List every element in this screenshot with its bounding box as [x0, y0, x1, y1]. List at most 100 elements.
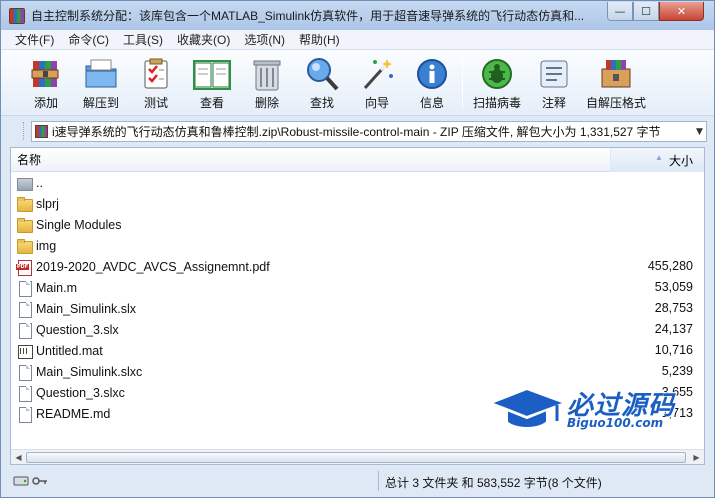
list-item[interactable]: Main.m 53,059: [11, 277, 704, 298]
list-item[interactable]: ..: [11, 172, 704, 193]
chevron-down-icon[interactable]: ▼: [696, 127, 703, 137]
horizontal-scrollbar[interactable]: ◀ ▶: [11, 449, 704, 464]
column-size-header[interactable]: ▲ 大小: [611, 148, 704, 172]
minimize-button[interactable]: —: [607, 2, 633, 21]
sfx-label: 自解压格式: [586, 96, 647, 110]
folder-icon: [16, 196, 33, 212]
list-item[interactable]: 2019-2020_AVDC_AVCS_Assignemnt.pdf 455,28…: [11, 256, 704, 277]
file-name: Question_3.slxc: [36, 385, 125, 400]
comment-icon: [535, 56, 573, 92]
add-label: 添加: [33, 96, 58, 110]
list-item[interactable]: Single Modules: [11, 214, 704, 235]
list-item[interactable]: Untitled.mat 10,716: [11, 340, 704, 361]
delete-label: 删除: [254, 96, 279, 110]
file-name: Main.m: [36, 280, 77, 295]
file-size: 53,059: [654, 280, 693, 294]
wizard-button[interactable]: 向导: [348, 56, 406, 112]
sfx-icon: [597, 56, 635, 92]
info-button[interactable]: 信息: [403, 56, 461, 112]
extract-icon: [82, 56, 120, 92]
file-name: slprj: [36, 196, 59, 211]
address-grip: [23, 122, 26, 140]
wizard-icon: [358, 56, 396, 92]
status-icons: [13, 475, 48, 487]
minimize-icon: —: [614, 4, 626, 18]
list-item[interactable]: Question_3.slx 24,137: [11, 319, 704, 340]
file-name: Untitled.mat: [36, 343, 103, 358]
list-item[interactable]: slprj: [11, 193, 704, 214]
scroll-left-icon[interactable]: ◀: [11, 450, 26, 465]
file-icon: [16, 406, 32, 423]
trash-icon: [248, 56, 286, 92]
find-button[interactable]: 查找: [293, 56, 351, 112]
file-icon: [16, 364, 32, 381]
file-size: 24,137: [654, 322, 693, 336]
list-item[interactable]: img: [11, 235, 704, 256]
maximize-icon: ☐: [641, 4, 651, 18]
view-button[interactable]: 查看: [183, 56, 241, 112]
delete-button[interactable]: 删除: [238, 56, 296, 112]
toolbar-separator: [462, 56, 463, 108]
drive-icon[interactable]: [13, 475, 29, 487]
file-name: Main_Simulink.slx: [36, 301, 137, 316]
file-icon: [16, 322, 32, 339]
file-name: Question_3.slx: [36, 322, 119, 337]
view-label: 查看: [199, 96, 224, 110]
add-archive-icon: [27, 56, 65, 92]
column-size-label: 大小: [668, 154, 693, 168]
title-bar: 自主控制系统分配：该库包含一个MATLAB_Simulink仿真软件，用于超音速…: [1, 1, 714, 30]
close-icon: ✕: [676, 4, 687, 18]
parent-folder-icon: [16, 175, 33, 191]
menu-favorites[interactable]: 收藏夹(O): [170, 30, 237, 50]
menu-file[interactable]: 文件(F): [1, 30, 61, 50]
test-label: 测试: [143, 96, 168, 110]
file-icon: [16, 385, 32, 402]
file-name: img: [36, 238, 57, 253]
maximize-button[interactable]: ☐: [633, 2, 659, 21]
sort-arrow-icon: ▲: [655, 153, 663, 162]
test-button[interactable]: 测试: [127, 56, 185, 112]
folder-icon: [16, 238, 33, 254]
add-button[interactable]: 添加: [17, 56, 75, 112]
info-icon: [413, 56, 451, 92]
file-icon: [16, 301, 32, 318]
wizard-label: 向导: [364, 96, 389, 110]
graduation-cap-icon: [489, 387, 568, 429]
list-item[interactable]: Main_Simulink.slx 28,753: [11, 298, 704, 319]
extract-to-button[interactable]: 解压到: [72, 56, 130, 112]
close-button[interactable]: ✕: [659, 2, 704, 21]
toolbar: 添加 解压到 测试 查看 删除 查找 向导 信息 扫描病毒 注释 自解压格式: [1, 50, 714, 116]
file-name: Single Modules: [36, 217, 122, 232]
status-bar: 总计 3 文件夹 和 583,552 字节(8 个文件): [1, 467, 714, 497]
winrar-window: 自主控制系统分配：该库包含一个MATLAB_Simulink仿真软件，用于超音速…: [0, 0, 715, 498]
menu-command[interactable]: 命令(C): [61, 30, 116, 50]
extract-to-label: 解压到: [82, 96, 119, 110]
test-icon: [137, 56, 175, 92]
file-name: 2019-2020_AVDC_AVCS_Assignemnt.pdf: [36, 259, 270, 274]
find-label: 查找: [309, 96, 334, 110]
list-item[interactable]: Main_Simulink.slxc 5,239: [11, 361, 704, 382]
column-header: 名称 ▲ 大小: [11, 148, 704, 172]
file-name: README.md: [36, 406, 111, 421]
address-field[interactable]: i速导弹系统的飞行动态仿真和鲁棒控制.zip\Robust-missile-co…: [31, 121, 707, 142]
winrar-app-icon[interactable]: [9, 7, 25, 24]
comment-button[interactable]: 注释: [525, 56, 583, 112]
status-divider: [378, 471, 379, 491]
key-icon[interactable]: [32, 475, 48, 487]
menu-bar: 文件(F) 命令(C) 工具(S) 收藏夹(O) 选项(N) 帮助(H): [1, 30, 714, 50]
file-name: Main_Simulink.slxc: [36, 364, 143, 379]
menu-options[interactable]: 选项(N): [237, 30, 292, 50]
file-size: 5,239: [661, 364, 693, 378]
virus-scan-icon: [478, 56, 516, 92]
column-name-header[interactable]: 名称: [11, 148, 611, 172]
sfx-button[interactable]: 自解压格式: [586, 56, 647, 112]
status-summary: 总计 3 文件夹 和 583,552 字节(8 个文件): [385, 476, 602, 490]
menu-tools[interactable]: 工具(S): [116, 30, 170, 50]
scroll-thumb[interactable]: [26, 452, 686, 463]
file-size: 10,716: [654, 343, 693, 357]
file-size: 455,280: [647, 259, 693, 273]
menu-help[interactable]: 帮助(H): [292, 30, 347, 50]
scroll-right-icon[interactable]: ▶: [689, 450, 704, 465]
pdf-file-icon: [16, 259, 32, 276]
virus-scan-button[interactable]: 扫描病毒: [468, 56, 526, 112]
